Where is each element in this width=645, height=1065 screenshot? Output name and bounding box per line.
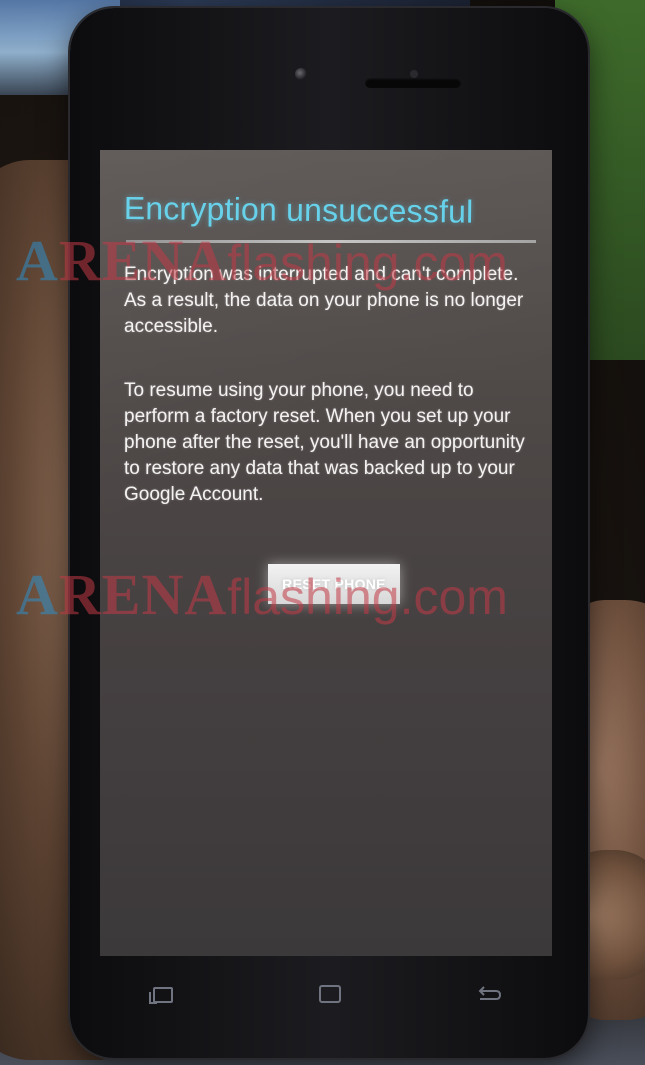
photo-scene: Encryption unsuccessful Encryption was i… (0, 0, 645, 1065)
front-camera (295, 68, 307, 80)
proximity-sensor (410, 70, 418, 78)
recent-apps-icon (149, 987, 173, 1004)
page-title: Encryption unsuccessful (123, 190, 474, 230)
recent-apps-button[interactable] (148, 985, 178, 1007)
phone-screen: Encryption unsuccessful Encryption was i… (100, 150, 552, 956)
back-button[interactable] (474, 985, 504, 1009)
error-message: Encryption was interrupted and can't com… (124, 264, 524, 337)
reset-instructions: To resume using your phone, you need to … (124, 380, 525, 505)
back-arrow-icon (478, 986, 502, 1000)
home-icon (319, 985, 341, 1003)
title-divider (126, 240, 536, 243)
earpiece-speaker (365, 78, 461, 88)
reset-phone-button[interactable]: RESET PHONE (268, 564, 400, 604)
home-button[interactable] (315, 985, 345, 1007)
